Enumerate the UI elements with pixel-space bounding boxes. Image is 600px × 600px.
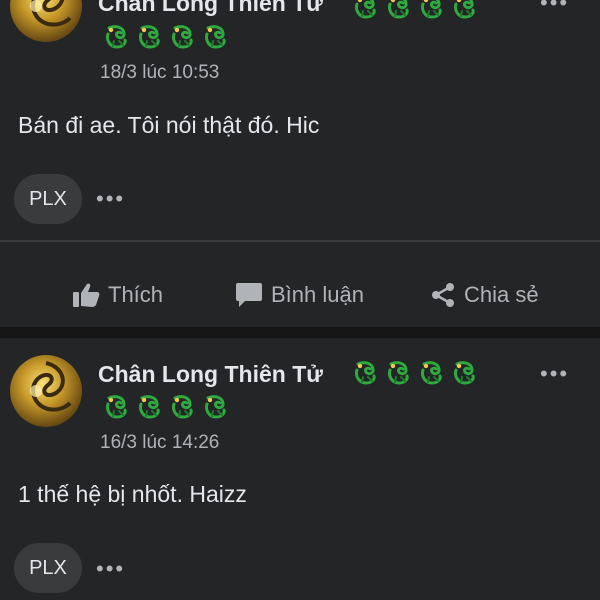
reaction-button[interactable]: PLX xyxy=(14,543,82,593)
thumbs-up-icon xyxy=(73,283,100,307)
badge-row-2 xyxy=(103,394,228,420)
green-dragon-icon xyxy=(352,0,378,20)
green-dragon-icon xyxy=(451,360,477,386)
comment-label: Bình luận xyxy=(271,282,364,307)
author-name[interactable]: Chân Long Thiên Tử xyxy=(98,361,323,388)
green-dragon-icon xyxy=(169,24,195,50)
post-timestamp[interactable]: 18/3 lúc 10:53 xyxy=(100,62,219,84)
like-label: Thích xyxy=(108,282,164,307)
reaction-button[interactable]: PLX xyxy=(14,174,82,224)
share-button[interactable]: Chia sẻ xyxy=(430,278,539,312)
badge-row-2 xyxy=(103,24,228,50)
green-dragon-icon xyxy=(136,394,162,420)
badge-row-1 xyxy=(352,360,477,386)
green-dragon-icon xyxy=(202,394,228,420)
post-timestamp[interactable]: 16/3 lúc 14:26 xyxy=(100,432,219,454)
green-dragon-icon xyxy=(451,0,477,20)
avatar[interactable] xyxy=(10,355,82,427)
post-card: Chân Long Thiên Tử ••• 16/3 lúc 14:26 1 … xyxy=(0,338,600,600)
green-dragon-icon xyxy=(103,24,129,50)
green-dragon-icon xyxy=(103,394,129,420)
badge-row-1 xyxy=(352,0,477,20)
green-dragon-icon xyxy=(385,0,411,20)
post-text: Bán đi ae. Tôi nói thật đó. Hic xyxy=(18,112,320,138)
green-dragon-icon xyxy=(418,360,444,386)
share-label: Chia sẻ xyxy=(464,282,539,307)
avatar[interactable] xyxy=(10,0,82,42)
green-dragon-icon xyxy=(352,360,378,386)
author-name[interactable]: Chân Long Thiên Tử xyxy=(98,0,323,17)
green-dragon-icon xyxy=(169,394,195,420)
divider xyxy=(0,240,600,242)
post-menu-button[interactable]: ••• xyxy=(540,0,569,14)
post-text: 1 thế hệ bị nhốt. Haizz xyxy=(18,481,247,507)
reaction-more-button[interactable]: ••• xyxy=(96,188,125,210)
share-icon xyxy=(432,283,454,307)
reaction-more-button[interactable]: ••• xyxy=(96,558,125,580)
green-dragon-icon xyxy=(202,24,228,50)
comment-button[interactable]: Bình luận xyxy=(235,278,364,312)
post-separator xyxy=(0,327,600,338)
green-dragon-icon xyxy=(385,360,411,386)
green-dragon-icon xyxy=(418,0,444,20)
comment-bubble-icon xyxy=(236,283,262,307)
green-dragon-icon xyxy=(136,24,162,50)
like-button[interactable]: Thích xyxy=(72,278,163,312)
post-menu-button[interactable]: ••• xyxy=(540,363,569,385)
